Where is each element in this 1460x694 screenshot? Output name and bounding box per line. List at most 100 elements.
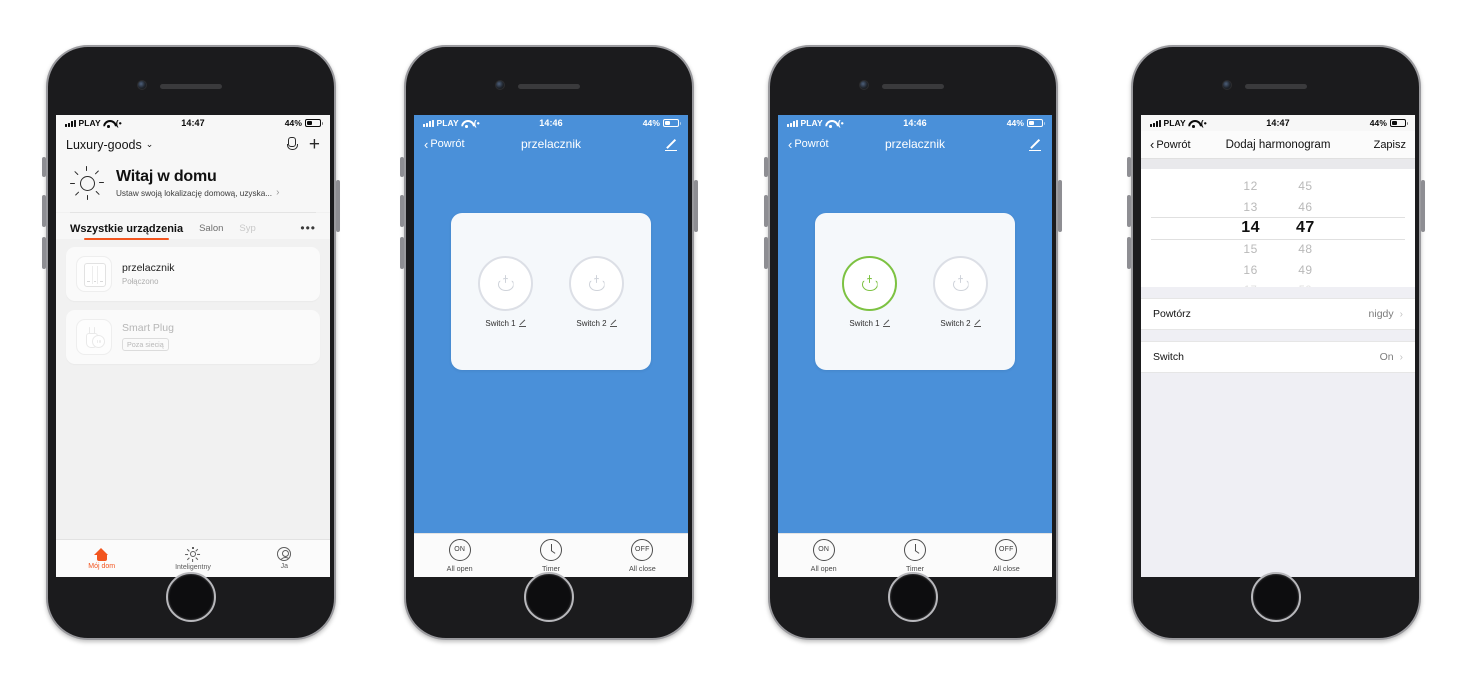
silent-switch[interactable]	[400, 157, 404, 177]
schedule-nav-bar: ‹ Powrót Dodaj harmonogram Zapisz	[1141, 131, 1415, 159]
pencil-icon[interactable]	[664, 137, 678, 152]
switch-cell-2[interactable]: Switch 2	[933, 255, 988, 328]
pencil-icon[interactable]	[974, 319, 981, 327]
home-button[interactable]	[524, 572, 574, 622]
volume-up-button[interactable]	[764, 195, 768, 227]
phone-device-switch-on: PLAY (• 14:46 44% ‹ Powrót przelacznik S…	[764, 45, 1062, 640]
home-button[interactable]	[1251, 572, 1301, 622]
switch-label-1[interactable]: Switch 1	[478, 319, 533, 328]
volume-up-button[interactable]	[42, 195, 46, 227]
pencil-icon[interactable]	[1028, 137, 1042, 152]
battery-percent-label: 44%	[284, 118, 302, 128]
silent-switch[interactable]	[764, 157, 768, 177]
home-button[interactable]	[888, 572, 938, 622]
chevron-right-icon: ›	[276, 186, 280, 198]
power-button[interactable]	[1058, 180, 1062, 232]
toolbar-all-open[interactable]: ON All open	[778, 538, 869, 573]
device-nav-bar: ‹ Powrót przelacznik	[414, 131, 688, 157]
power-toggle-1[interactable]	[478, 255, 533, 311]
chevron-right-icon: ›	[1399, 308, 1403, 320]
power-button[interactable]	[694, 180, 698, 232]
silent-switch[interactable]	[1127, 157, 1131, 177]
welcome-banner[interactable]: Witaj w domu Ustaw swoją lokalizację dom…	[56, 160, 330, 212]
picker-value: 44	[1296, 169, 1315, 176]
tab-my-home[interactable]: Mój dom	[56, 547, 147, 570]
home-selector[interactable]: Luxury-goods ⌄	[66, 138, 153, 152]
power-on-icon: ON	[812, 538, 835, 561]
minute-wheel[interactable]: 44 45 46 47 48 49 50	[1296, 169, 1315, 287]
picker-value: 50	[1296, 280, 1315, 287]
tab-label: Ja	[280, 563, 289, 570]
row-repeat[interactable]: Powtórz nigdy ›	[1141, 298, 1415, 330]
toolbar-timer[interactable]: Timer	[869, 538, 960, 573]
plus-icon[interactable]: +	[309, 135, 320, 154]
signal-bars-icon	[423, 119, 434, 127]
back-button[interactable]: ‹ Powrót	[424, 138, 465, 151]
tab-sypialnia[interactable]: Syp	[239, 223, 255, 239]
volume-down-button[interactable]	[42, 237, 46, 269]
tab-all-devices[interactable]: Wszystkie urządzenia	[70, 223, 183, 240]
status-bar-right: 44%	[1007, 118, 1045, 128]
picker-top-band	[1141, 159, 1415, 169]
microphone-icon[interactable]	[286, 137, 298, 152]
power-icon	[952, 275, 969, 291]
volume-up-button[interactable]	[400, 195, 404, 227]
status-bar: PLAY (• 14:46 44%	[414, 115, 688, 131]
home-nav-bar: Luxury-goods ⌄ +	[56, 131, 330, 160]
row-value: On	[1379, 351, 1394, 363]
power-toggle-2[interactable]	[569, 255, 624, 311]
clock-icon	[539, 538, 562, 561]
sun-icon	[185, 546, 201, 562]
silent-switch[interactable]	[42, 157, 46, 177]
list-item[interactable]: Smart Plug Poza siecią	[66, 310, 320, 364]
welcome-subtitle: Ustaw swoją lokalizację domową, uzyska..…	[116, 189, 273, 198]
switch-label-1[interactable]: Switch 1	[842, 319, 897, 328]
row-switch[interactable]: Switch On ›	[1141, 341, 1415, 373]
wifi-icon	[103, 119, 113, 128]
power-toggle-2[interactable]	[933, 255, 988, 311]
switch-label-2[interactable]: Switch 2	[933, 319, 988, 328]
switch-label-2[interactable]: Switch 2	[569, 319, 624, 328]
chevron-right-icon: ›	[1399, 351, 1403, 363]
device-status: Połączono	[122, 277, 159, 286]
toolbar-all-open[interactable]: ON All open	[414, 538, 505, 573]
power-button[interactable]	[1421, 180, 1425, 232]
switch-cell-1[interactable]: Switch 1	[842, 255, 897, 328]
volume-down-button[interactable]	[764, 237, 768, 269]
toolbar-all-close[interactable]: OFF All close	[961, 538, 1052, 573]
status-bar-right: 44%	[284, 118, 323, 128]
wifi-icon	[461, 119, 471, 128]
save-button[interactable]: Zapisz	[1374, 139, 1406, 151]
time-picker[interactable]: 11 12 13 14 15 16 17 44 45 46 47	[1141, 169, 1415, 287]
toolbar-timer[interactable]: Timer	[505, 538, 596, 573]
tab-smart[interactable]: Inteligentny	[147, 546, 238, 571]
picker-selected-minute: 47	[1296, 219, 1315, 236]
pencil-icon[interactable]	[883, 319, 890, 327]
more-rooms-icon[interactable]: •••	[300, 221, 316, 239]
pencil-icon[interactable]	[519, 319, 526, 327]
switch-cell-1[interactable]: Switch 1	[478, 255, 533, 328]
power-icon	[588, 275, 605, 291]
toolbar-all-close[interactable]: OFF All close	[597, 538, 688, 573]
device-list: przelacznik Połączono Smart Plug Poza si…	[56, 239, 330, 539]
list-item[interactable]: przelacznik Połączono	[66, 247, 320, 301]
power-toggle-1[interactable]	[842, 255, 897, 311]
volume-down-button[interactable]	[1127, 237, 1131, 269]
location-arrow-icon: (•	[115, 118, 122, 128]
clock-icon	[903, 538, 926, 561]
home-button[interactable]	[166, 572, 216, 622]
pencil-icon[interactable]	[610, 319, 617, 327]
tab-salon[interactable]: Salon	[199, 223, 223, 239]
switch-cell-2[interactable]: Switch 2	[569, 255, 624, 328]
volume-up-button[interactable]	[1127, 195, 1131, 227]
phone-device-home: PLAY (• 14:47 44% Luxury-goods ⌄ + Witaj…	[42, 45, 340, 640]
phone-device-schedule: PLAY (• 14:47 44% ‹ Powrót Dodaj harmono…	[1127, 45, 1425, 640]
hour-wheel[interactable]: 11 12 13 14 15 16 17	[1241, 169, 1260, 287]
status-badge: Poza siecią	[122, 338, 169, 351]
power-button[interactable]	[336, 180, 340, 232]
phone-screen-home: PLAY (• 14:47 44% Luxury-goods ⌄ + Witaj…	[56, 115, 330, 577]
status-bar: PLAY (• 14:46 44%	[778, 115, 1052, 131]
volume-down-button[interactable]	[400, 237, 404, 269]
back-button[interactable]: ‹ Powrót	[788, 138, 829, 151]
tab-me[interactable]: Ja	[239, 547, 330, 570]
